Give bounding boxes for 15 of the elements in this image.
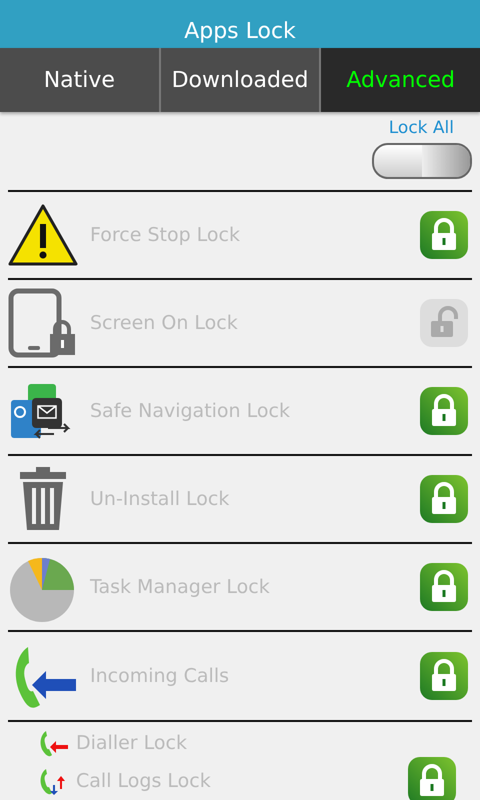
lock-all-label: Lock All xyxy=(388,118,454,138)
phone-lock-icon xyxy=(8,288,78,358)
tab[interactable]: Downloaded xyxy=(160,48,322,112)
call-logs-icon xyxy=(38,767,68,795)
lock-icon[interactable] xyxy=(420,475,468,523)
dialler-icon xyxy=(38,729,68,757)
lock-icon[interactable] xyxy=(420,387,468,435)
lock-icon[interactable] xyxy=(420,652,468,700)
tab[interactable]: Advanced xyxy=(321,48,480,112)
tab[interactable]: Native xyxy=(0,48,161,112)
lock-icon[interactable] xyxy=(420,211,468,259)
lock-icon[interactable] xyxy=(420,563,468,611)
lock-icon[interactable] xyxy=(408,757,456,800)
lock-all-switch[interactable] xyxy=(372,143,472,179)
app-title: Apps Lock xyxy=(0,0,480,48)
